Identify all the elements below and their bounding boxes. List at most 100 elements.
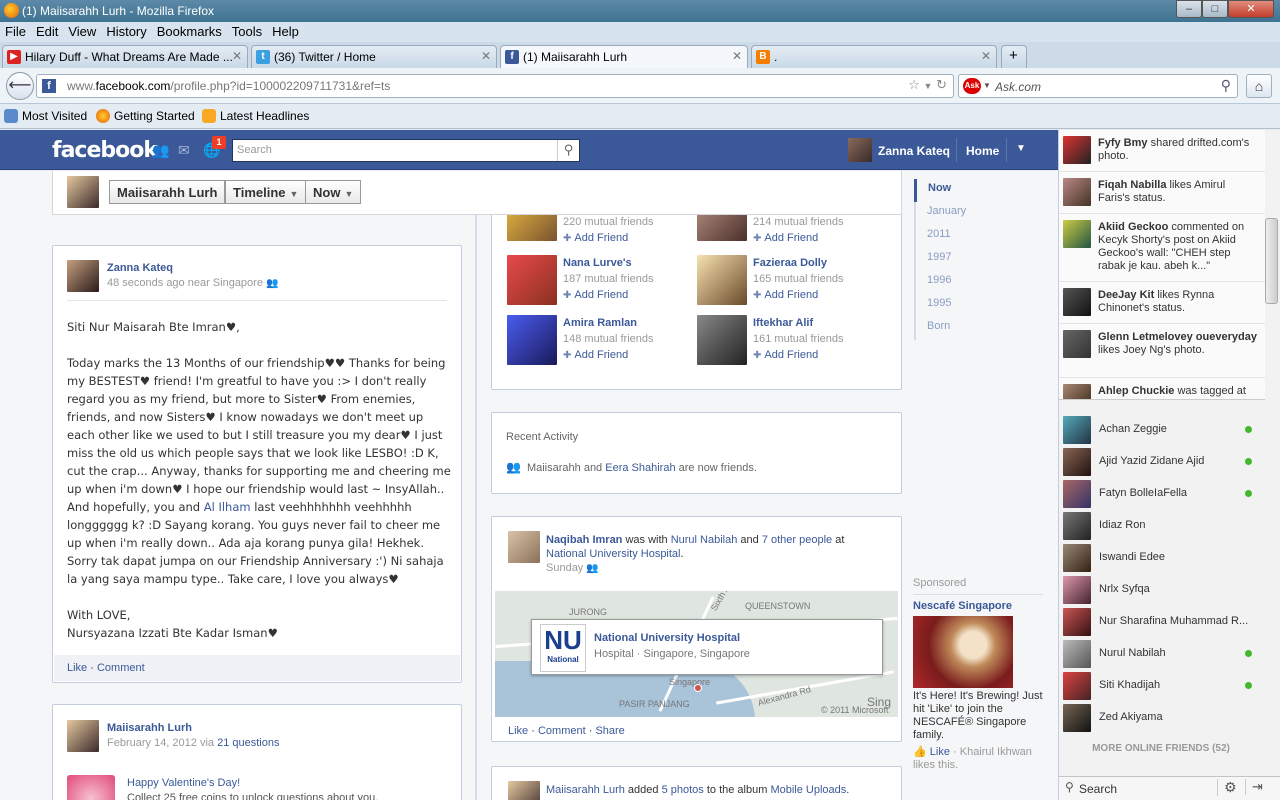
- search-icon[interactable]: ⚲: [557, 140, 579, 161]
- maximize-button[interactable]: □: [1202, 0, 1228, 18]
- chat-friend[interactable]: Ajid Yazid Zidane Ajid: [1059, 446, 1265, 478]
- like-link[interactable]: Like: [67, 662, 87, 674]
- dropdown-icon[interactable]: ▼: [924, 81, 933, 91]
- chat-friend[interactable]: Zed Akiyama: [1059, 702, 1265, 734]
- tagged-friend-link[interactable]: Nurul Nabilah: [671, 534, 738, 546]
- add-friend-link[interactable]: ✚ Add Friend: [563, 232, 628, 244]
- add-friend-link[interactable]: ✚ Add Friend: [753, 289, 818, 301]
- post-author[interactable]: Zanna Kateq: [107, 262, 173, 274]
- ad-like-link[interactable]: Like: [930, 746, 950, 758]
- friend-name[interactable]: Nana Lurve's: [563, 257, 632, 269]
- author-avatar[interactable]: [67, 260, 99, 292]
- account-menu-caret-icon[interactable]: ▼: [1006, 138, 1026, 162]
- ticker-item[interactable]: Glenn Letmelovey oueveryday likes Joey N…: [1059, 324, 1265, 378]
- chat-friend[interactable]: Nrlx Syfqa: [1059, 574, 1265, 606]
- chat-friend[interactable]: Nurul Nabilah: [1059, 638, 1265, 670]
- tagged-others-link[interactable]: 7 other people: [762, 534, 832, 546]
- app-link[interactable]: 21 questions: [217, 737, 279, 749]
- search-icon[interactable]: ⚲: [1221, 77, 1231, 94]
- post-author[interactable]: Maiisarahh Lurh: [107, 722, 192, 734]
- year-2011[interactable]: 2011: [914, 225, 1034, 248]
- close-tab-icon[interactable]: ✕: [232, 49, 242, 63]
- messages-icon[interactable]: ✉: [178, 142, 196, 158]
- author-avatar[interactable]: [67, 720, 99, 752]
- add-friend-link[interactable]: ✚ Add Friend: [563, 289, 628, 301]
- year-1997[interactable]: 1997: [914, 248, 1034, 271]
- add-friend-link[interactable]: ✚ Add Friend: [753, 349, 818, 361]
- ticker-item[interactable]: Fyfy Bmy shared drifted.com's photo.: [1059, 130, 1265, 172]
- profile-name-button[interactable]: Maiisarahh Lurh: [109, 180, 226, 204]
- url-bar[interactable]: f www.facebook.com/profile.php?id=100002…: [36, 74, 954, 98]
- ad-title[interactable]: Nescafé Singapore: [913, 600, 1043, 612]
- place-name[interactable]: National University Hospital: [594, 632, 740, 644]
- minimize-button[interactable]: ‒: [1176, 0, 1202, 18]
- ticker-item[interactable]: Akiid Geckoo commented on Kecyk Shorty's…: [1059, 214, 1265, 282]
- menu-file[interactable]: File: [0, 22, 31, 41]
- year-1995[interactable]: 1995: [914, 294, 1034, 317]
- add-friend-link[interactable]: ✚ Add Friend: [753, 232, 818, 244]
- friend-requests-icon[interactable]: 👥: [152, 142, 170, 158]
- gear-icon[interactable]: ⚙: [1217, 779, 1237, 796]
- album-link[interactable]: Mobile Uploads: [770, 784, 846, 796]
- back-button[interactable]: ⟵: [6, 72, 34, 100]
- ticker-item[interactable]: Fiqah Nabilla likes Amirul Faris's statu…: [1059, 172, 1265, 214]
- chat-friend[interactable]: Iswandi Edee: [1059, 542, 1265, 574]
- menu-tools[interactable]: Tools: [227, 22, 267, 41]
- bookmark-star-icon[interactable]: ☆: [908, 77, 920, 92]
- ticker-item[interactable]: Ahlep Chuckie was tagged at: [1059, 378, 1265, 399]
- chat-friend[interactable]: Siti Khadijah: [1059, 670, 1265, 702]
- post-author[interactable]: Naqibah Imran: [546, 534, 622, 546]
- menu-history[interactable]: History: [101, 22, 151, 41]
- friend-avatar[interactable]: [697, 255, 747, 305]
- menu-edit[interactable]: Edit: [31, 22, 63, 41]
- friend-avatar[interactable]: [507, 315, 557, 365]
- chat-friend[interactable]: Idiaz Ron: [1059, 510, 1265, 542]
- photos-link[interactable]: 5 photos: [662, 784, 704, 796]
- friend-name[interactable]: Amira Ramlan: [563, 317, 637, 329]
- now-dropdown-button[interactable]: Now ▼: [305, 180, 362, 204]
- app-title[interactable]: Happy Valentine's Day!: [127, 777, 240, 789]
- close-tab-icon[interactable]: ✕: [732, 49, 742, 63]
- home-link[interactable]: Home: [956, 138, 999, 162]
- facebook-logo[interactable]: facebook: [52, 138, 158, 163]
- bookmark-latest-headlines[interactable]: Latest Headlines: [202, 109, 309, 123]
- notification-count-badge[interactable]: 1: [212, 136, 226, 149]
- close-window-button[interactable]: ✕: [1228, 0, 1274, 18]
- close-tab-icon[interactable]: ✕: [481, 49, 491, 63]
- ask-engine-icon[interactable]: Ask: [963, 78, 981, 94]
- author-avatar[interactable]: [508, 781, 540, 800]
- like-link[interactable]: Like: [508, 725, 528, 737]
- comment-link[interactable]: Comment: [538, 725, 586, 737]
- reload-icon[interactable]: ↻: [936, 77, 947, 92]
- ad-image[interactable]: [913, 616, 1013, 688]
- friend-name[interactable]: Iftekhar Alif: [753, 317, 813, 329]
- tab-blogger[interactable]: B . ✕: [751, 45, 997, 68]
- place-popup[interactable]: NU National National University Hospital …: [531, 619, 883, 675]
- chat-friend[interactable]: Fatyn BolleIaFella: [1059, 478, 1265, 510]
- map-pin-icon[interactable]: [694, 684, 702, 692]
- profile-avatar[interactable]: [67, 176, 99, 208]
- share-link[interactable]: Share: [595, 725, 624, 737]
- friend-avatar[interactable]: [507, 255, 557, 305]
- menu-bookmarks[interactable]: Bookmarks: [152, 22, 227, 41]
- new-tab-button[interactable]: +: [1001, 45, 1027, 68]
- thumbs-up-icon[interactable]: 👍: [913, 746, 927, 758]
- chat-friend[interactable]: Nur Sharafina Muhammad R...: [1059, 606, 1265, 638]
- facebook-search-input[interactable]: Search ⚲: [232, 139, 580, 162]
- timeline-dropdown-button[interactable]: Timeline ▼: [225, 180, 307, 204]
- friend-avatar[interactable]: [697, 315, 747, 365]
- site-identity-icon[interactable]: f: [42, 79, 56, 93]
- year-january[interactable]: January: [914, 202, 1034, 225]
- chat-friend[interactable]: Achan Zeggie: [1059, 414, 1265, 446]
- search-bar[interactable]: Ask ▼ Ask.com ⚲: [958, 74, 1238, 98]
- close-tab-icon[interactable]: ✕: [981, 49, 991, 63]
- home-button[interactable]: ⌂: [1246, 74, 1272, 98]
- ticker-item[interactable]: DeeJay Kit likes Rynna Chinonet's status…: [1059, 282, 1265, 324]
- comment-link[interactable]: Comment: [97, 662, 145, 674]
- friend-name[interactable]: Fazieraa Dolly: [753, 257, 827, 269]
- post-author[interactable]: Maiisarahh Lurh: [546, 784, 625, 796]
- bookmark-getting-started[interactable]: Getting Started: [96, 109, 195, 123]
- pop-out-icon[interactable]: ⇥: [1245, 779, 1263, 795]
- year-1996[interactable]: 1996: [914, 271, 1034, 294]
- location-map[interactable]: JURONG QUEENSTOWN Singapore PASIR PANJAN…: [495, 591, 898, 717]
